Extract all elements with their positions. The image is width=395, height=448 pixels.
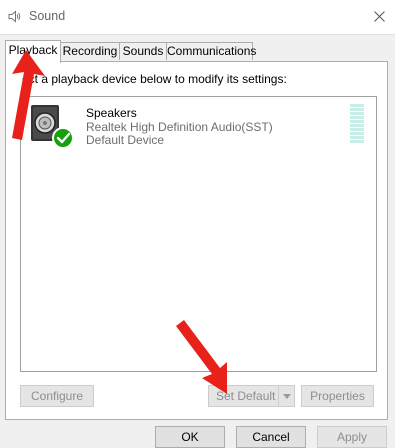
speaker-device-icon: [31, 105, 74, 149]
tab-communications[interactable]: Communications: [166, 42, 256, 60]
volume-level-meter: [350, 104, 364, 144]
title-bar: Sound: [0, 0, 395, 35]
properties-button[interactable]: Properties: [301, 385, 374, 407]
cancel-button[interactable]: Cancel: [236, 426, 306, 448]
tab-recording[interactable]: Recording: [60, 42, 120, 60]
set-default-dropdown[interactable]: [278, 386, 294, 406]
close-icon: [373, 10, 385, 22]
tab-sounds[interactable]: Sounds: [119, 42, 167, 60]
device-name: Speakers: [86, 106, 137, 120]
window-title: Sound: [29, 9, 66, 23]
set-default-label: Set Default: [216, 389, 276, 403]
default-check-icon: [52, 127, 74, 149]
tab-playback[interactable]: Playback: [5, 40, 61, 63]
set-default-button[interactable]: Set Default: [208, 385, 295, 407]
panel-instruction: ect a playback device below to modify it…: [22, 72, 287, 86]
configure-button[interactable]: Configure: [20, 385, 94, 407]
speaker-icon: [8, 10, 21, 23]
ok-button[interactable]: OK: [155, 426, 225, 448]
device-status: Default Device: [86, 133, 165, 147]
device-description: Realtek High Definition Audio(SST): [86, 120, 273, 134]
apply-button[interactable]: Apply: [317, 426, 387, 448]
device-list[interactable]: Speakers Realtek High Definition Audio(S…: [20, 96, 377, 372]
chevron-down-icon: [282, 393, 291, 399]
close-button[interactable]: [363, 0, 395, 32]
playback-panel: ect a playback device below to modify it…: [5, 61, 388, 420]
